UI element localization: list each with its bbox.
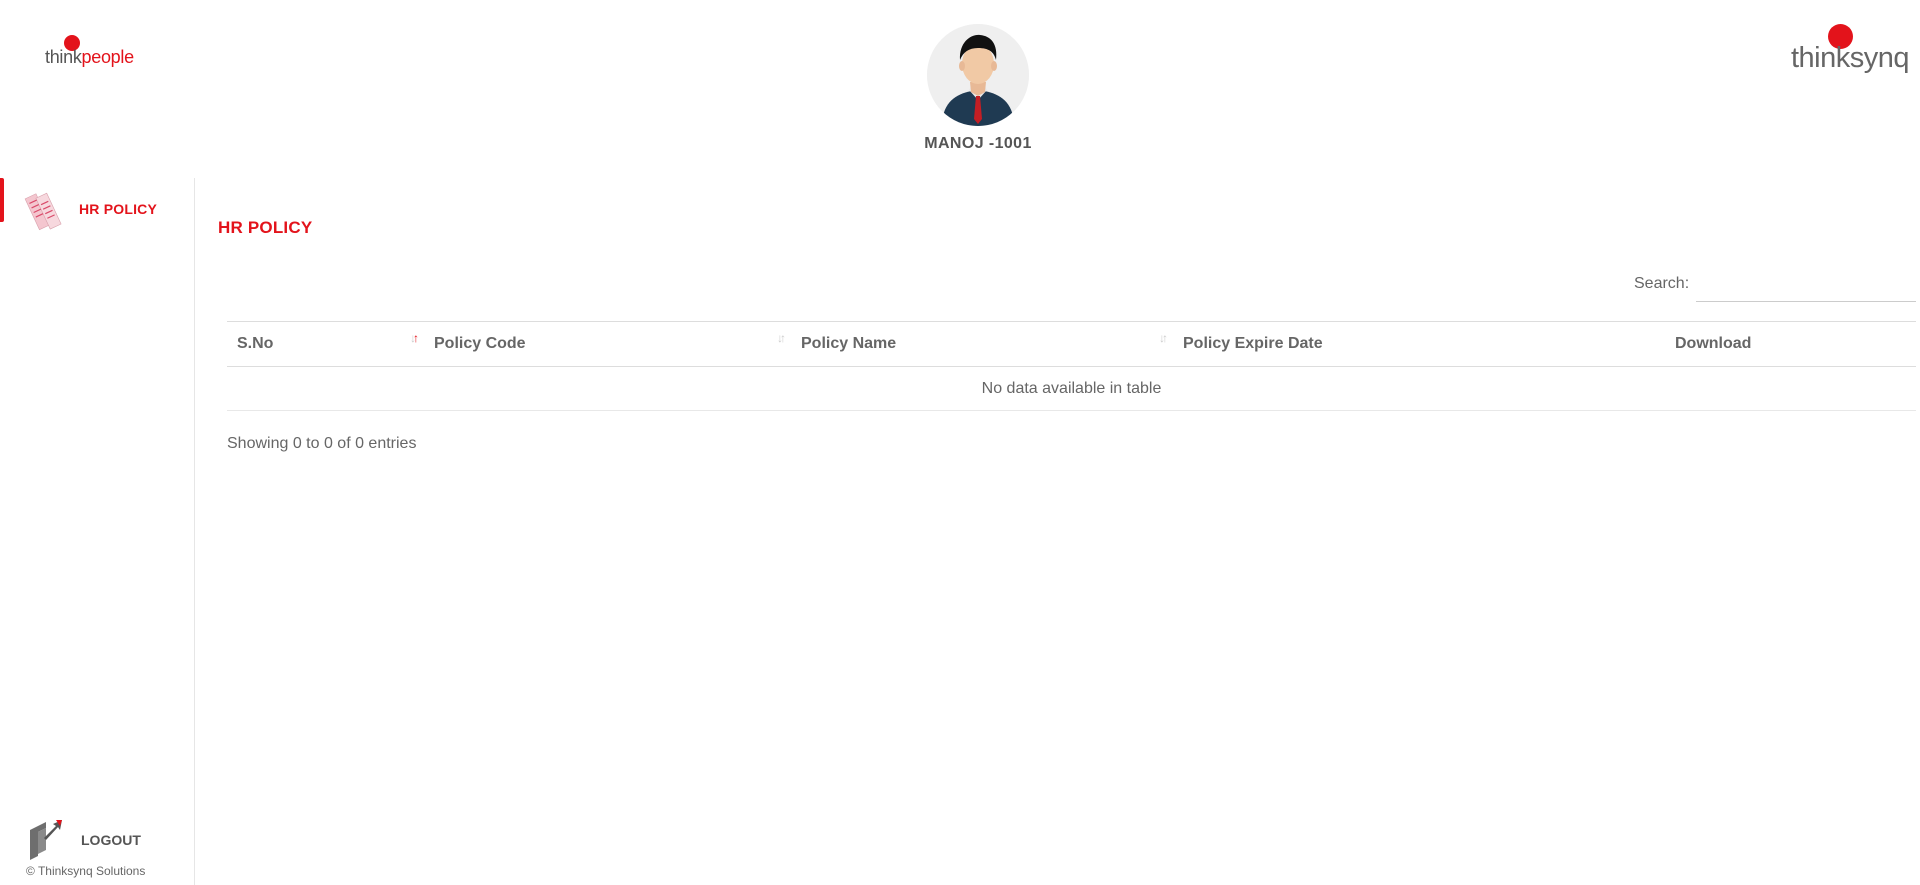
sidebar-item-label: HR POLICY	[79, 201, 158, 217]
logout-icon	[30, 820, 62, 860]
table-row: No data available in table	[227, 367, 1916, 411]
logout-button[interactable]: LOGOUT	[24, 816, 194, 862]
column-header-policy-expire-date[interactable]: Policy Expire Date	[1183, 335, 1323, 353]
column-header-policy-code[interactable]: Policy Code	[434, 335, 526, 353]
logout-label: LOGOUT	[81, 832, 141, 848]
policy-table: S.No ↓↑ Policy Code ↓↑ Policy Name ↓↑ Po…	[227, 321, 1916, 411]
sidebar-item-hr-policy[interactable]: HR POLICY	[0, 178, 194, 231]
active-indicator	[0, 178, 4, 222]
thinksynq-logo: thinksynq	[1790, 24, 1910, 76]
sort-icon[interactable]: ↓↑	[1159, 331, 1168, 345]
avatar	[927, 24, 1029, 126]
search: Search:	[1634, 272, 1916, 304]
search-input[interactable]	[1696, 272, 1916, 302]
user-profile[interactable]	[927, 24, 1029, 126]
sidebar: HR POLICY LOGOUT © Thinksynq Solutions	[0, 178, 195, 885]
logo-text: thinksynq	[1791, 42, 1910, 74]
column-header-download: Download	[1675, 335, 1752, 352]
column-header-policy-name[interactable]: Policy Name	[801, 335, 896, 353]
column-header-sno[interactable]: S.No	[237, 335, 273, 353]
search-label: Search:	[1634, 275, 1690, 292]
policy-document-icon	[24, 192, 62, 231]
empty-table-message: No data available in table	[981, 380, 1162, 397]
user-name: MANOJ -1001	[924, 135, 1032, 152]
logo-text: thinkpeople	[45, 47, 134, 67]
table-info: Showing 0 to 0 of 0 entries	[227, 435, 417, 452]
copyright: © Thinksynq Solutions	[26, 864, 146, 878]
page-title: HR POLICY	[218, 218, 313, 237]
table-header: S.No ↓↑ Policy Code ↓↑ Policy Name ↓↑ Po…	[227, 321, 1916, 367]
sort-icon[interactable]: ↓↑	[410, 331, 419, 345]
sort-icon[interactable]: ↓↑	[777, 331, 786, 345]
thinkpeople-logo: thinkpeople	[45, 32, 145, 72]
